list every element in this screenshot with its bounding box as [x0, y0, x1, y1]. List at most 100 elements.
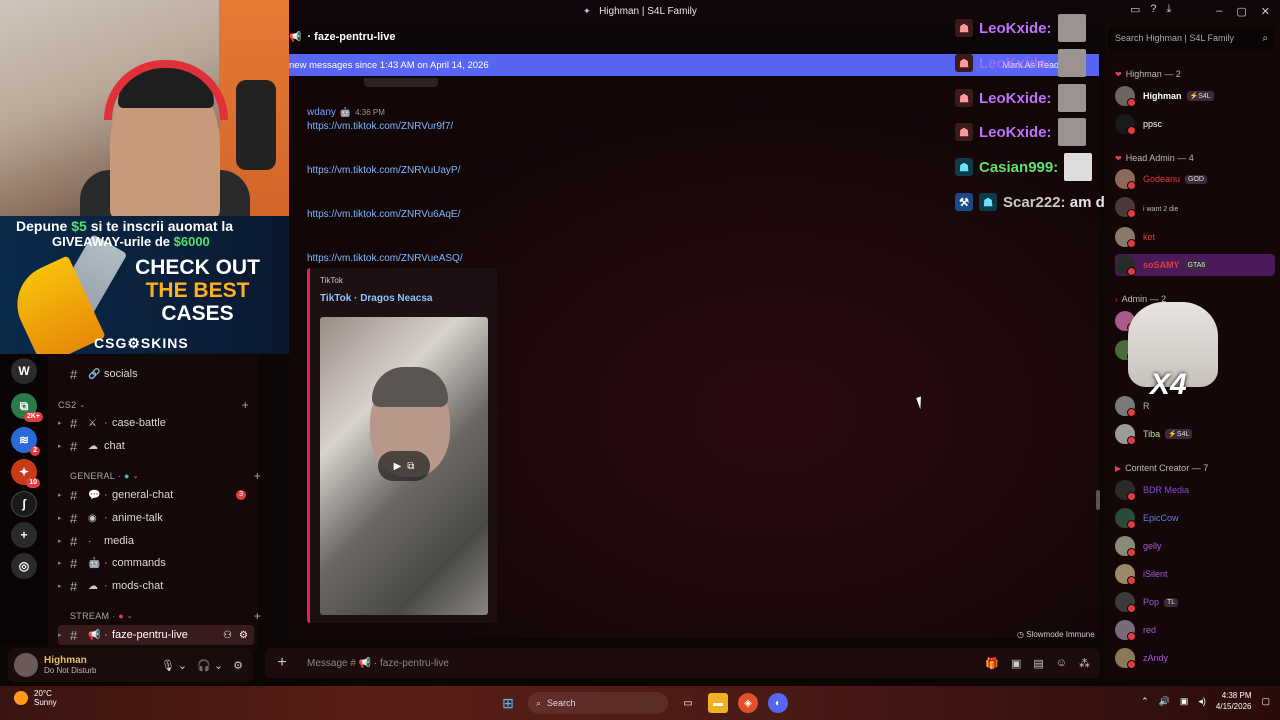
video-thumbnail[interactable]: ▶ ⧉ [320, 317, 488, 615]
message-link[interactable]: https://vm.tiktok.com/ZNRVu6AqE/ [307, 209, 460, 220]
app-icon: ✦ [583, 6, 591, 16]
play-button[interactable]: ▶ ⧉ [378, 451, 430, 481]
member-item[interactable]: zAndy [1115, 647, 1275, 669]
add-channel-icon[interactable]: + [254, 469, 261, 483]
badge-icon: ☗ [979, 193, 997, 211]
taskbar-search[interactable]: ⌕ Search [528, 692, 668, 714]
gear-icon[interactable]: ⚙ [233, 659, 243, 672]
server-icon-5[interactable]: ʃ [11, 491, 37, 517]
channel-socials[interactable]: # 🔗 socials [58, 364, 254, 384]
member-item[interactable]: ket [1115, 226, 1275, 248]
task-view-icon[interactable]: ▭ [678, 693, 698, 713]
gift-icon[interactable]: 🎁 [985, 657, 999, 670]
microphone-icon[interactable]: 🎙 ⌄ [161, 659, 187, 672]
minimize-button[interactable]: – [1216, 5, 1222, 17]
emote-image [1064, 153, 1093, 181]
server-icon-w[interactable]: W [11, 358, 37, 384]
brave-browser-icon[interactable]: ◈ [738, 693, 758, 713]
file-explorer-icon[interactable]: ▬ [708, 693, 728, 713]
member-item[interactable]: red [1115, 619, 1275, 641]
tiktok-embed: TikTok TikTok · Dragos Neacsa ▶ ⧉ [307, 268, 497, 623]
member-item[interactable]: Pop TL [1115, 591, 1275, 613]
gif-icon[interactable]: ▣ [1011, 657, 1021, 670]
hash-icon: # [70, 627, 78, 643]
embed-title[interactable]: TikTok · Dragos Neacsa [320, 293, 432, 304]
maximize-button[interactable]: ▢ [1236, 5, 1246, 18]
add-server-icon[interactable]: + [11, 522, 37, 548]
network-icon[interactable]: ▣ [1180, 696, 1189, 707]
channel-label: commands [112, 557, 166, 569]
message-author[interactable]: wdany 🤖 4:36 PM [307, 107, 385, 118]
discord-icon[interactable]: ◐ [768, 693, 788, 713]
channel-label: anime-talk [112, 512, 163, 524]
anime-icon: ◉ [88, 512, 97, 524]
channel-label: general-chat [112, 489, 174, 501]
category-label: GENERAL [70, 471, 116, 481]
channel-chat[interactable]: ▸ # ☁ chat [58, 436, 254, 456]
category-general[interactable]: GENERAL · ● ⌄ + [70, 469, 265, 483]
server-icon-3[interactable]: ≋ 2 [11, 427, 40, 456]
weather-widget[interactable]: 20°C Sunny [14, 689, 57, 707]
close-button[interactable]: ✕ [1261, 5, 1270, 18]
start-icon[interactable]: ⊞ [498, 693, 518, 713]
member-item[interactable]: ppsc [1115, 113, 1275, 135]
search-icon: ⌕ [1262, 32, 1268, 44]
category-cs2[interactable]: CS2 ⌄ + [58, 398, 253, 412]
message-composer[interactable]: + Message # 📢 · faze-pentru-live 🎁 ▣ ▤ ☺… [265, 648, 1100, 678]
notification-icon[interactable]: ▢ [1261, 696, 1270, 707]
attach-button[interactable]: + [265, 654, 299, 672]
channel-general-chat[interactable]: ▸ # 💬 · general-chat 3 [58, 485, 254, 505]
sticker-icon[interactable]: ▤ [1033, 657, 1043, 670]
channel-case-battle[interactable]: ▸ # ⚔ · case-battle [58, 413, 254, 433]
apps-icon[interactable]: ⁂ [1079, 657, 1090, 670]
hash-icon: # [70, 366, 78, 382]
channel-media[interactable]: ▸ # · media [58, 531, 254, 551]
embed-provider: TikTok [320, 276, 343, 285]
chevron-up-icon[interactable]: ⌃ [1141, 696, 1149, 707]
channel-label: faze-pentru-live [112, 629, 188, 641]
channel-anime-talk[interactable]: ▸ # ◉ · anime-talk [58, 508, 254, 528]
member-item[interactable]: R [1115, 395, 1275, 417]
member-item[interactable]: i want 2 die [1115, 196, 1275, 218]
discover-icon[interactable]: ◎ [11, 553, 37, 579]
ad-brand: CSG⚙SKINS [94, 335, 189, 351]
emoji-icon[interactable]: ☺ [1056, 657, 1067, 670]
member-item[interactable]: BDR Media [1115, 479, 1275, 501]
media-icon: · [88, 535, 92, 547]
channel-commands[interactable]: ▸ # 🤖 · commands [58, 553, 254, 573]
hash-icon: # [70, 415, 78, 431]
headphones-icon[interactable]: 🎧 ⌄ [197, 659, 223, 672]
add-channel-icon[interactable]: + [254, 609, 261, 623]
search-input[interactable]: Search Highman | S4L Family ⌕ [1108, 27, 1274, 49]
message-link[interactable]: https://vm.tiktok.com/ZNRVuUayP/ [307, 165, 460, 176]
message-link[interactable]: https://vm.tiktok.com/ZNRVur9f7/ [307, 121, 453, 132]
scrollbar[interactable] [1096, 490, 1100, 510]
member-item[interactable]: EpicCow [1115, 507, 1275, 529]
hash-icon: # [70, 487, 78, 503]
speaker-icon[interactable]: ◂) [1198, 696, 1206, 707]
taskbar: 20°C Sunny ⊞ ⌕ Search ▭ ▬ ◈ ◐ ⌃ 🔊 ▣ ◂) 4:3… [0, 686, 1280, 720]
member-item[interactable]: Godeanu GOD [1115, 168, 1275, 190]
inbox-icon[interactable]: ▭ [1130, 3, 1140, 16]
channel-faze-pentru-live[interactable]: ▸ # 📢 · faze-pentru-live ⚇ ⚙ [58, 625, 254, 645]
download-icon[interactable]: ⤓ [1167, 3, 1172, 16]
channel-mods-chat[interactable]: ▸ # ☁ · mods-chat [58, 576, 254, 596]
member-item[interactable]: iSilent [1115, 563, 1275, 585]
settings-icon[interactable]: ⚙ [239, 630, 248, 641]
member-item[interactable]: soSAMY GTA6 [1115, 254, 1275, 276]
message-input[interactable]: Message # 📢 · faze-pentru-live [307, 658, 449, 669]
stream-chat-line: ☗ LeoKxide: [955, 14, 1086, 42]
avatar[interactable] [14, 653, 38, 677]
server-icon-2[interactable]: ⧉ 2K+ [11, 393, 43, 422]
clock[interactable]: 4:38 PM 4/15/2026 [1216, 690, 1252, 712]
volume-icon[interactable]: 🔊 [1159, 696, 1170, 707]
member-item[interactable]: Tiba ⚡S4L [1115, 423, 1275, 445]
message-link[interactable]: https://vm.tiktok.com/ZNRVueASQ/ [307, 253, 463, 264]
server-icon-4[interactable]: ✦ 10 [11, 459, 40, 488]
member-item[interactable]: Highman ⚡S4L [1115, 85, 1275, 107]
invite-icon[interactable]: ⚇ [223, 630, 232, 641]
add-channel-icon[interactable]: + [242, 398, 249, 412]
category-stream[interactable]: STREAM · ● ⌄ + [70, 609, 265, 623]
member-item[interactable]: gelly [1115, 535, 1275, 557]
help-icon[interactable]: ? [1150, 3, 1156, 16]
